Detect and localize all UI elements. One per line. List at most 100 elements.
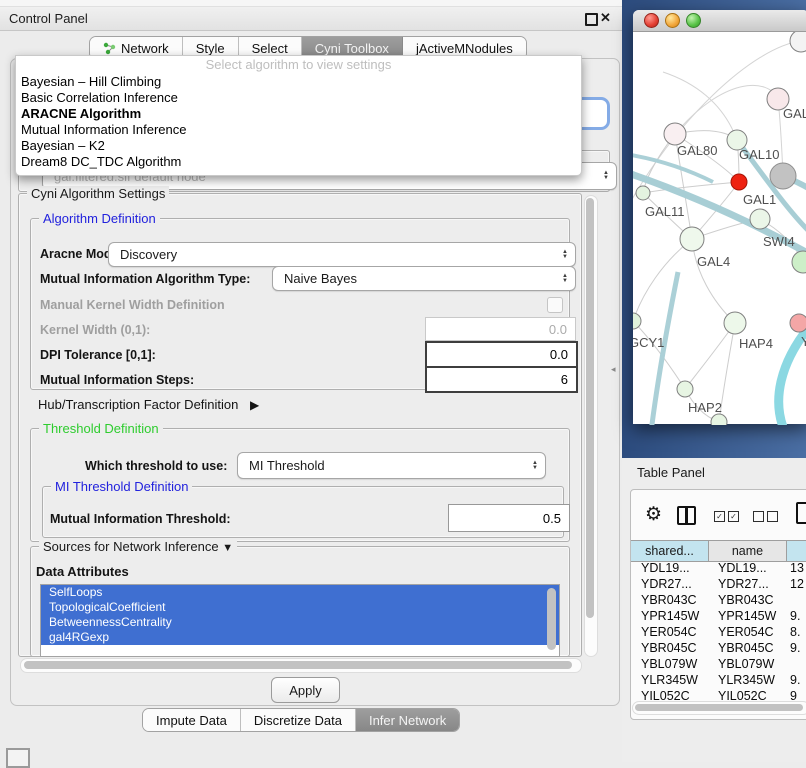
select-all-checkboxes-icon[interactable]: ✓✓ (714, 511, 739, 522)
column-header-shared-[interactable]: shared... (631, 541, 709, 561)
attribute-item-gal4rgexp[interactable]: gal4RGexp (41, 630, 559, 645)
table-cell: YBL079W (708, 657, 785, 671)
close-window-icon[interactable] (644, 13, 659, 28)
attribute-item-selfloops[interactable]: SelfLoops (41, 585, 559, 600)
table-cell: 9. (785, 641, 806, 655)
network-node[interactable] (750, 209, 770, 229)
table-cell: YDL19... (708, 561, 785, 575)
table-cell: YPR145W (708, 609, 785, 623)
table-cell: YBR045C (631, 641, 708, 655)
network-window-titlebar[interactable] (633, 10, 806, 32)
minimized-panel-grip[interactable] (6, 748, 30, 768)
table-cell: YBR045C (708, 641, 785, 655)
algorithm-option-bayesian-hill-climbing[interactable]: Bayesian – Hill Climbing (16, 74, 581, 90)
table-row[interactable]: YBR045CYBR045C9. (631, 641, 806, 655)
float-panel-icon[interactable] (585, 13, 598, 26)
manual-kernel-checkbox[interactable] (547, 297, 563, 313)
list-scrollbar-thumb[interactable] (547, 588, 556, 650)
network-edge (675, 85, 778, 134)
network-node[interactable] (724, 312, 746, 334)
table-cell: YLR345W (708, 673, 785, 687)
network-node[interactable] (770, 163, 796, 189)
split-pane-arrow-icon[interactable]: ◂ (611, 364, 616, 375)
node-label-hap2: HAP2 (688, 400, 722, 415)
table-row[interactable]: YDL19...YDL19...13 (631, 561, 806, 575)
algorithm-option-bayesian-k2[interactable]: Bayesian – K2 (16, 138, 581, 154)
scrollbar-thumb[interactable] (24, 661, 572, 669)
table-header-row: shared...name (631, 540, 806, 562)
settings-vertical-scrollbar[interactable] (584, 195, 598, 657)
tab-impute-data[interactable]: Impute Data (143, 709, 241, 731)
table-row[interactable]: YDR27...YDR27...12 (631, 577, 806, 591)
algorithm-option-dream8-dc-tdc-algorithm[interactable]: Dream8 DC_TDC Algorithm (16, 154, 581, 170)
mi-threshold-input[interactable]: 0.5 (448, 504, 570, 532)
network-node[interactable] (636, 186, 650, 200)
column-header-name[interactable]: name (709, 541, 787, 561)
settings-horizontal-scrollbar[interactable] (20, 658, 582, 673)
minimize-window-icon[interactable] (665, 13, 680, 28)
table-row[interactable]: YBR043CYBR043C (631, 593, 806, 607)
manual-kernel-label: Manual Kernel Width Definition (40, 298, 225, 312)
network-node[interactable] (792, 251, 806, 273)
network-node[interactable] (790, 32, 806, 52)
column-header-partial[interactable] (787, 541, 806, 561)
zoom-window-icon[interactable] (686, 13, 701, 28)
sources-legend[interactable]: Sources for Network Inference ▼ (39, 539, 237, 554)
control-panel-titlebar: Control Panel ✕ (0, 7, 622, 31)
node-label-gal4: GAL4 (697, 254, 730, 269)
algorithm-option-mutual-information-inference[interactable]: Mutual Information Inference (16, 122, 581, 138)
aracne-mode-combo[interactable]: Discovery ▲▼ (108, 242, 576, 267)
kernel-width-input[interactable]: 0.0 (425, 317, 576, 341)
table-row[interactable]: YLR345WYLR345W9. (631, 673, 806, 687)
mi-type-label: Mutual Information Algorithm Type: (40, 272, 250, 286)
attribute-item-betweennesscentrality[interactable]: BetweennessCentrality (41, 615, 559, 630)
table-panel-title: Table Panel (637, 465, 705, 480)
table-cell: YDR27... (631, 577, 708, 591)
apply-button[interactable]: Apply (271, 677, 340, 703)
table-cell: 9. (785, 609, 806, 623)
mi-steps-input[interactable]: 6 (425, 366, 578, 393)
network-node[interactable] (731, 174, 747, 190)
window-top-strip (0, 0, 622, 7)
close-panel-icon[interactable]: ✕ (600, 10, 611, 26)
node-label-swi4: SWI4 (763, 234, 795, 249)
algorithm-option-aracne-algorithm[interactable]: ARACNE Algorithm (16, 106, 581, 122)
network-node[interactable] (711, 414, 727, 425)
network-edge (633, 239, 692, 321)
scrollbar-thumb[interactable] (635, 704, 803, 711)
network-node[interactable] (633, 313, 641, 329)
new-column-icon[interactable] (796, 502, 806, 524)
table-row[interactable]: YER054CYER054C8. (631, 625, 806, 639)
data-attributes-list[interactable]: SelfLoopsTopologicalCoefficientBetweenne… (40, 584, 560, 657)
algorithm-option-basic-correlation-inference[interactable]: Basic Correlation Inference (16, 90, 581, 106)
dpi-tolerance-input[interactable]: 0.0 (425, 341, 578, 368)
hub-section-toggle[interactable]: Hub/Transcription Factor Definition ▶ (38, 397, 259, 412)
table-row[interactable]: YBL079WYBL079W (631, 657, 806, 671)
kernel-width-label: Kernel Width (0,1): (40, 323, 150, 337)
tab-discretize-data[interactable]: Discretize Data (241, 709, 356, 731)
tab-infer-network[interactable]: Infer Network (356, 709, 459, 731)
network-node[interactable] (677, 381, 693, 397)
table-horizontal-scrollbar[interactable] (632, 701, 806, 715)
attribute-item-topologicalcoefficient[interactable]: TopologicalCoefficient (41, 600, 559, 615)
which-threshold-label: Which threshold to use: (85, 459, 227, 473)
columns-icon[interactable] (677, 506, 696, 525)
network-canvas[interactable]: GALGAL80GAL10GAL1GAL11GAL4SWI4GCY1HAP4YH… (633, 32, 806, 425)
gear-icon[interactable]: ⚙ (645, 503, 662, 526)
collapse-down-icon: ▼ (222, 542, 233, 554)
which-threshold-combo[interactable]: MI Threshold ▲▼ (237, 452, 546, 479)
deselect-all-checkboxes-icon[interactable] (753, 511, 778, 522)
screen-root: { "control_panel": { "title": "Control P… (0, 0, 806, 762)
table-cell: YLR345W (631, 673, 708, 687)
network-node[interactable] (790, 314, 806, 332)
mi-threshold-legend: MI Threshold Definition (51, 479, 192, 494)
table-cell (785, 657, 806, 671)
mi-type-combo[interactable]: Naive Bayes ▲▼ (272, 266, 576, 291)
network-node[interactable] (664, 123, 686, 145)
network-edge (692, 239, 735, 323)
table-cell: YBR043C (631, 593, 708, 607)
network-node[interactable] (680, 227, 704, 251)
scrollbar-thumb[interactable] (586, 198, 594, 618)
table-row[interactable]: YPR145WYPR145W9. (631, 609, 806, 623)
node-label-hap4: HAP4 (739, 336, 773, 351)
